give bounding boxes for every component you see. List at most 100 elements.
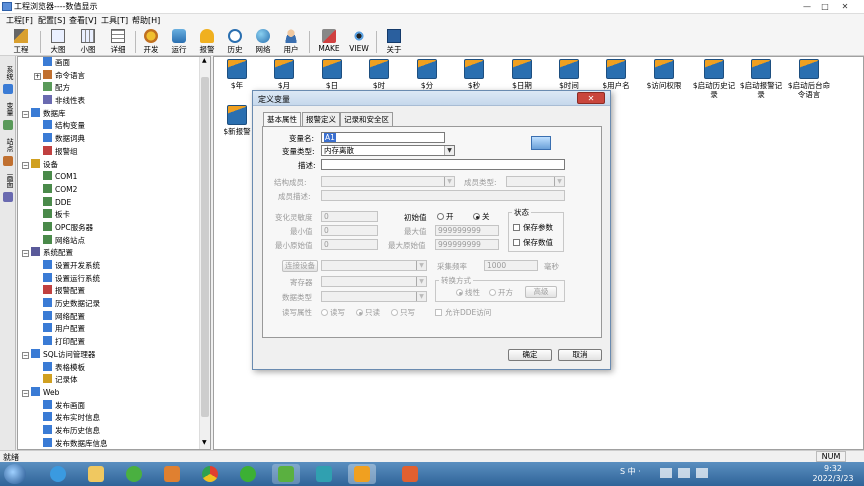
tree-item[interactable]: − 系统配置	[20, 247, 200, 260]
tree-item[interactable]: 发布实时信息	[20, 412, 200, 425]
rw-readonly-radio[interactable]: 只读	[356, 307, 380, 318]
minimize-button[interactable]: —	[800, 1, 814, 12]
connect-device-select[interactable]: ▼	[321, 260, 427, 271]
min-raw-input[interactable]: 0	[321, 239, 378, 250]
toolbar-develop-button[interactable]: 开发	[138, 28, 164, 55]
tree-item[interactable]: OPC服务器	[20, 221, 200, 235]
connect-device-button[interactable]: 连接设备	[282, 260, 318, 272]
tree-item[interactable]: 结构变量	[20, 120, 200, 133]
toolbar-make-button[interactable]: MAKE	[314, 28, 344, 55]
tree-item[interactable]: 报警配置	[20, 285, 200, 298]
tree-item[interactable]: 画面	[20, 57, 200, 70]
tab-basic-properties[interactable]: 基本属性	[263, 112, 301, 127]
expander-icon[interactable]: −	[22, 161, 29, 169]
save-value-checkbox[interactable]: 保存数值	[513, 237, 553, 248]
toolbar-run-button[interactable]: 运行	[166, 28, 192, 55]
toolbar-network-button[interactable]: 网络	[250, 28, 276, 55]
tree-item[interactable]: − 数据库	[20, 107, 200, 121]
tray-flag-icon[interactable]	[696, 468, 708, 478]
tab-record-security[interactable]: 记录和安全区	[340, 112, 393, 126]
variable-item[interactable]: $用户名	[597, 59, 635, 90]
variable-item[interactable]: $日期	[503, 59, 541, 90]
menu-help[interactable]: 帮助[H]	[132, 15, 160, 26]
menu-project[interactable]: 工程[F]	[6, 15, 33, 26]
tree-item[interactable]: 数据词典	[20, 133, 200, 146]
linear-radio[interactable]: 线性	[456, 287, 480, 298]
ok-button[interactable]: 确定	[508, 349, 552, 361]
var-type-select[interactable]: 内存离散 ▼	[321, 145, 455, 156]
tree-item[interactable]: 网络站点	[20, 234, 200, 248]
scroll-thumb[interactable]	[201, 77, 209, 417]
tree-item[interactable]: 设置运行系统	[20, 272, 200, 286]
taskbar-camtasia[interactable]	[272, 464, 300, 484]
tree-item[interactable]: 报警组	[20, 145, 200, 159]
tree-scrollbar[interactable]: ▲ ▼	[199, 57, 210, 449]
toolbar-small-icons-button[interactable]: 小图	[74, 28, 102, 55]
expander-icon[interactable]: +	[34, 72, 41, 80]
expander-icon[interactable]: −	[22, 351, 29, 359]
cancel-button[interactable]: 取消	[558, 349, 602, 361]
tree-item[interactable]: − 设备	[20, 158, 200, 172]
toolbar-user-button[interactable]: 用户	[278, 28, 304, 55]
member-desc-input[interactable]	[321, 190, 565, 201]
max-raw-input[interactable]: 999999999	[435, 239, 499, 250]
initial-off-radio[interactable]: 关	[473, 211, 490, 222]
max-value-input[interactable]: 999999999	[435, 225, 499, 236]
sensitivity-input[interactable]: 0	[321, 211, 378, 222]
tree-item[interactable]: 网络配置	[20, 310, 200, 324]
variable-item[interactable]: $启动后台命令语言	[787, 59, 831, 99]
tray-volume-icon[interactable]	[678, 468, 690, 478]
advanced-button[interactable]: 高级	[525, 286, 557, 298]
tree-item[interactable]: 非线性表	[20, 95, 200, 108]
vtab-station[interactable]: 站点	[1, 134, 15, 156]
variable-item[interactable]: $启动历史记录	[692, 59, 736, 99]
rw-readwrite-radio[interactable]: 读写	[321, 307, 345, 318]
taskbar-app-red[interactable]	[396, 464, 424, 484]
tree-item[interactable]: 配方	[20, 82, 200, 95]
tray-network-icon[interactable]	[660, 468, 672, 478]
vtab-system[interactable]: 系统	[1, 62, 15, 84]
taskbar-wechat[interactable]	[234, 464, 262, 484]
taskbar-explorer[interactable]	[82, 464, 110, 484]
taskbar-ie[interactable]	[44, 464, 72, 484]
scroll-up-icon[interactable]: ▲	[202, 57, 207, 64]
clock[interactable]: 9:32 2022/3/23	[810, 464, 856, 484]
rw-writeonly-radio[interactable]: 只写	[391, 307, 415, 318]
start-button[interactable]	[4, 464, 26, 484]
variable-item[interactable]: $月	[265, 59, 303, 90]
toolbar-large-icons-button[interactable]: 大图	[44, 28, 72, 55]
min-value-input[interactable]: 0	[321, 225, 378, 236]
toolbar-history-button[interactable]: 历史	[222, 28, 248, 55]
expander-icon[interactable]: −	[22, 389, 29, 397]
initial-on-radio[interactable]: 开	[437, 211, 454, 222]
close-button[interactable]: ✕	[838, 1, 852, 12]
variable-item[interactable]: $分	[408, 59, 446, 90]
variable-item[interactable]: $年	[218, 59, 256, 90]
scroll-down-icon[interactable]: ▼	[202, 439, 207, 446]
collect-freq-input[interactable]: 1000	[484, 260, 538, 271]
toolbar-about-button[interactable]: 关于	[381, 28, 407, 55]
menu-view[interactable]: 查看[V]	[69, 15, 97, 26]
taskbar-app-green[interactable]	[120, 464, 148, 484]
tree-item[interactable]: 板卡	[20, 209, 200, 222]
tree-item[interactable]: 表格模板	[20, 361, 200, 375]
tree-item[interactable]: COM1	[20, 171, 200, 184]
tree-item[interactable]: + 命令语言	[20, 69, 200, 83]
tree-item[interactable]: 历史数据记录	[20, 298, 200, 311]
tab-alarm-definition[interactable]: 报警定义	[302, 112, 340, 126]
variable-item[interactable]: $启动报警记录	[739, 59, 783, 99]
allow-dde-checkbox[interactable]: 允许DDE访问	[435, 307, 491, 318]
tree-item[interactable]: 打印配置	[20, 336, 200, 349]
expander-icon[interactable]: −	[22, 250, 29, 258]
tree-item[interactable]: − SQL访问管理器	[20, 348, 200, 362]
tree-item[interactable]: COM2	[20, 183, 200, 197]
tree-item[interactable]: 设置开发系统	[20, 260, 200, 273]
maximize-button[interactable]: □	[818, 1, 832, 12]
menu-tools[interactable]: 工具[T]	[101, 15, 128, 26]
toolbar-project-button[interactable]: 工程	[6, 28, 36, 55]
member-type-select[interactable]: ▼	[506, 176, 565, 187]
variable-item[interactable]: $时间	[550, 59, 588, 90]
tree-item[interactable]: 发布数据库信息	[20, 437, 200, 451]
tree-item[interactable]: 记录体	[20, 374, 200, 387]
tree-item[interactable]: 发布画面	[20, 399, 200, 413]
